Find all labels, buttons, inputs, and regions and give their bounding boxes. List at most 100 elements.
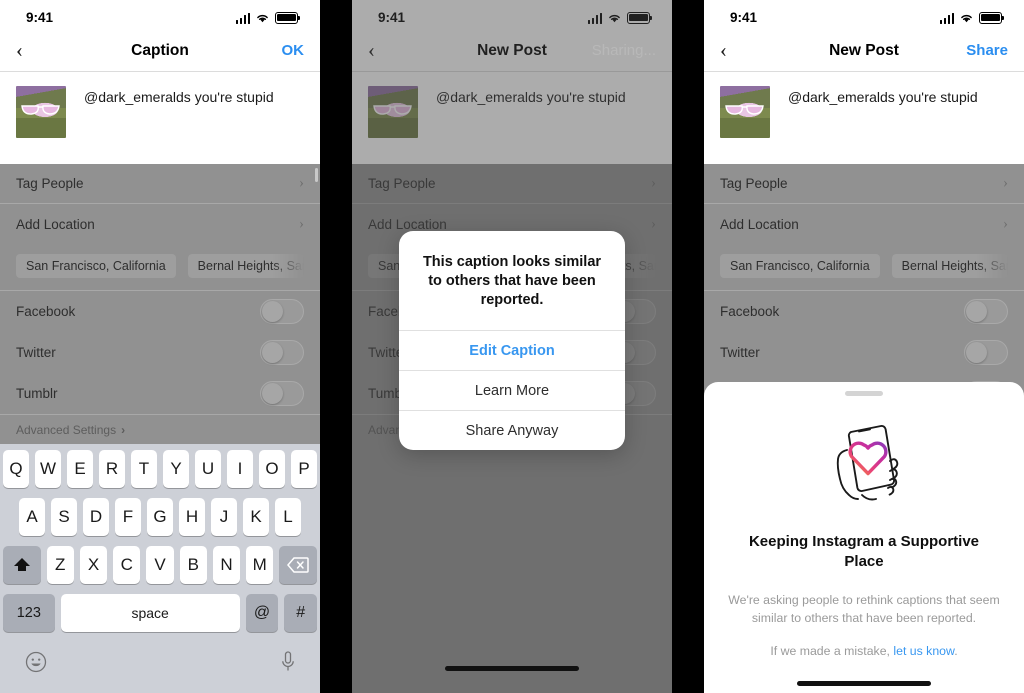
location-chip[interactable]: San Francisco, California	[720, 254, 880, 278]
location-chip[interactable]: San Francisco, California	[16, 254, 176, 278]
navigation-bar: ‹ Caption OK	[0, 30, 320, 72]
share-toggle-twitter[interactable]: Twitter	[704, 332, 1024, 373]
list-item-add-location[interactable]: Add Location ›	[0, 204, 320, 244]
keyboard-row-1: Q W E R T Y U I O P	[3, 450, 317, 488]
sheet-title: Keeping Instagram a Supportive Place	[748, 533, 980, 571]
key-u[interactable]: U	[195, 450, 221, 488]
key-z[interactable]: Z	[46, 546, 74, 584]
key-m[interactable]: M	[246, 546, 274, 584]
toggle-label: Facebook	[16, 304, 76, 319]
list-item-tag-people[interactable]: Tag People ›	[704, 164, 1024, 204]
key-r[interactable]: R	[99, 450, 125, 488]
learn-more-button[interactable]: Learn More	[399, 370, 625, 410]
note-prefix: If we made a mistake,	[770, 644, 894, 659]
toggle-label: Twitter	[720, 345, 760, 360]
keyboard-bottom-bar	[3, 642, 317, 686]
location-chip[interactable]: Bernal Heights, San Fra	[891, 254, 1008, 278]
keyboard-row-2: A S D F G H J K L	[3, 498, 317, 536]
on-screen-keyboard: Q W E R T Y U I O P A S D F G H J K L Z …	[0, 444, 320, 693]
sunglasses-overlay-icon	[21, 105, 60, 115]
hand-holding-phone-with-heart-icon	[704, 418, 1024, 510]
share-toggle-tumblr[interactable]: Tumblr	[0, 373, 320, 414]
key-d[interactable]: D	[83, 498, 109, 536]
post-thumbnail[interactable]	[720, 86, 770, 138]
share-anyway-button[interactable]: Share Anyway	[399, 410, 625, 450]
share-toggle-facebook[interactable]: Facebook	[0, 291, 320, 332]
key-h[interactable]: H	[179, 498, 205, 536]
page-title: Caption	[131, 41, 189, 59]
post-thumbnail[interactable]	[16, 86, 66, 138]
key-t[interactable]: T	[131, 450, 157, 488]
key-e[interactable]: E	[67, 450, 93, 488]
toggle-switch[interactable]	[260, 340, 304, 365]
key-q[interactable]: Q	[3, 450, 29, 488]
note-suffix: .	[954, 644, 958, 659]
key-i[interactable]: I	[227, 450, 253, 488]
sunglasses-overlay-icon	[725, 105, 764, 115]
cellular-signal-icon	[939, 12, 954, 24]
list-item-tag-people[interactable]: Tag People ›	[0, 164, 320, 204]
key-s[interactable]: S	[51, 498, 77, 536]
key-c[interactable]: C	[113, 546, 141, 584]
key-x[interactable]: X	[79, 546, 108, 584]
key-w[interactable]: W	[35, 450, 61, 488]
status-bar-time: 9:41	[26, 9, 54, 25]
let-us-know-link[interactable]: let us know	[893, 644, 954, 658]
status-bar-icons	[235, 11, 301, 24]
status-bar-icons	[939, 11, 1005, 24]
sheet-body-text: We're asking people to rethink captions …	[728, 592, 1000, 625]
battery-full-icon	[979, 12, 1005, 24]
home-indicator-area	[704, 681, 1024, 686]
caption-text[interactable]: @dark_emeralds you're stupid	[84, 86, 274, 106]
key-b[interactable]: B	[179, 546, 207, 584]
location-suggestion-chips: San Francisco, California Bernal Heights…	[0, 244, 320, 291]
ok-button[interactable]: OK	[282, 42, 305, 59]
key-n[interactable]: N	[212, 546, 241, 584]
key-k[interactable]: K	[243, 498, 269, 536]
phone-screen-supportive-place-sheet: 9:41 ‹ New Post Share @dark_emeralds you…	[704, 0, 1024, 693]
scroll-indicator[interactable]	[315, 168, 318, 182]
list-item-add-location[interactable]: Add Location ›	[704, 204, 1024, 244]
home-indicator[interactable]	[797, 681, 931, 686]
key-o[interactable]: O	[259, 450, 285, 488]
post-options-list-dimmed: Tag People › Add Location › San Francisc…	[0, 164, 320, 444]
key-at[interactable]: @	[245, 594, 279, 632]
edit-caption-button[interactable]: Edit Caption	[399, 330, 625, 370]
key-space[interactable]: space	[60, 594, 240, 632]
key-g[interactable]: G	[147, 498, 173, 536]
backspace-icon[interactable]	[279, 546, 317, 584]
three-phone-screenshot-stage: 9:41 ‹ Caption OK @dark_emeralds you're …	[0, 0, 1024, 693]
key-j[interactable]: J	[211, 498, 237, 536]
key-a[interactable]: A	[19, 498, 45, 536]
chevron-left-icon[interactable]: ‹	[720, 40, 750, 61]
toggle-switch[interactable]	[260, 381, 304, 406]
share-toggle-twitter[interactable]: Twitter	[0, 332, 320, 373]
advanced-settings-row[interactable]: Advanced Settings ›	[0, 414, 320, 444]
sheet-grabber[interactable]	[845, 391, 883, 396]
chevron-left-icon[interactable]: ‹	[16, 40, 46, 61]
toggle-label: Tumblr	[16, 386, 58, 401]
key-l[interactable]: L	[275, 498, 301, 536]
home-indicator-area	[352, 666, 672, 671]
toggle-switch[interactable]	[964, 299, 1008, 324]
toggle-switch[interactable]	[260, 299, 304, 324]
share-toggle-facebook[interactable]: Facebook	[704, 291, 1024, 332]
chevron-right-icon: ›	[121, 422, 126, 437]
key-numbers[interactable]: 123	[3, 594, 55, 632]
key-y[interactable]: Y	[163, 450, 189, 488]
key-p[interactable]: P	[291, 450, 317, 488]
home-indicator[interactable]	[445, 666, 579, 671]
share-button[interactable]: Share	[966, 42, 1008, 59]
key-f[interactable]: F	[115, 498, 141, 536]
key-hash[interactable]: #	[284, 594, 318, 632]
chevron-right-icon: ›	[299, 215, 304, 232]
microphone-icon[interactable]	[281, 650, 295, 678]
toggle-label: Facebook	[720, 304, 780, 319]
location-chip[interactable]: Bernal Heights, San Fra	[187, 254, 304, 278]
battery-full-icon	[275, 12, 301, 24]
sheet-feedback-note: If we made a mistake, let us know.	[704, 644, 1024, 658]
emoji-smiley-icon[interactable]	[25, 651, 47, 678]
shift-arrow-icon[interactable]	[3, 546, 41, 584]
key-v[interactable]: V	[146, 546, 174, 584]
toggle-switch[interactable]	[964, 340, 1008, 365]
